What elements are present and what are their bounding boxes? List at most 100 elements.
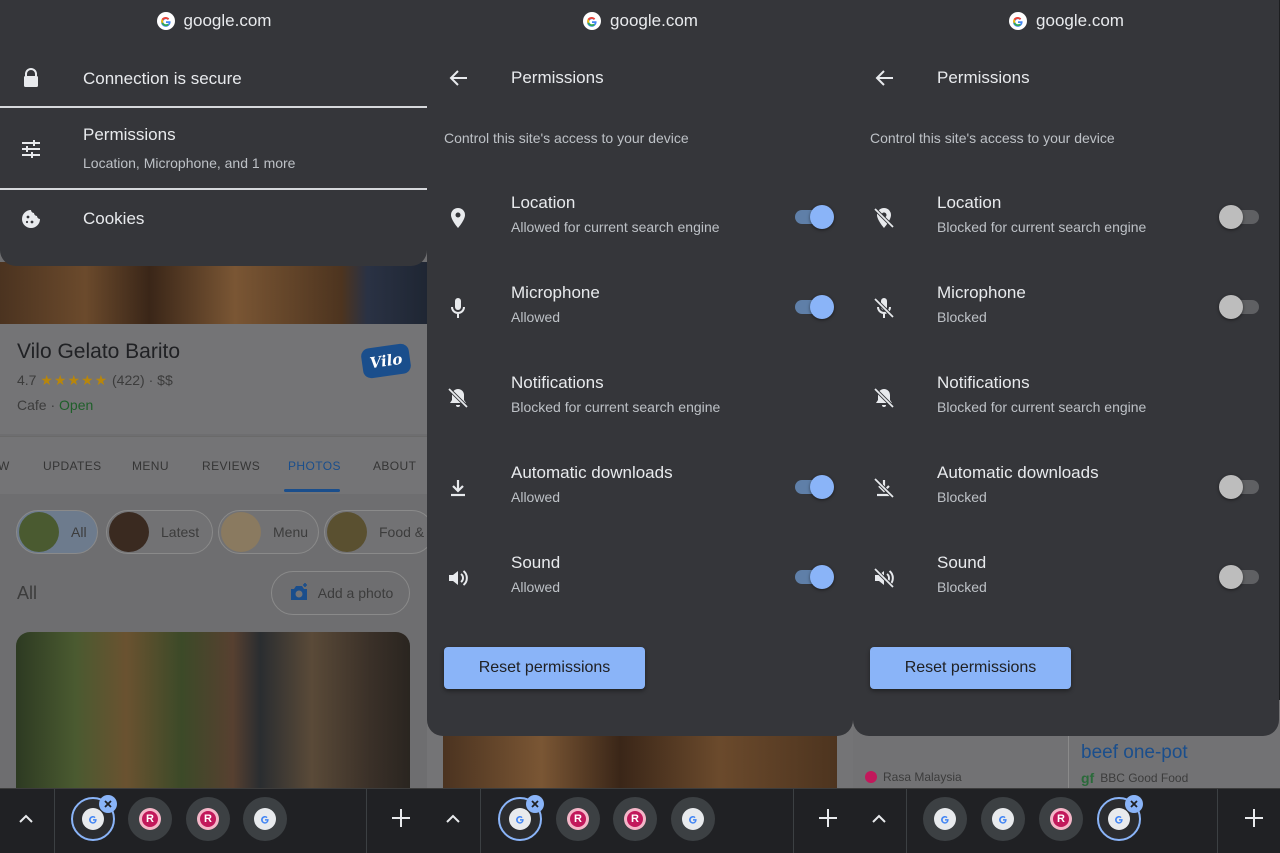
tab-r[interactable]: R [613, 797, 657, 841]
back-arrow-icon[interactable] [447, 66, 471, 90]
permission-status: Allowed [511, 489, 561, 505]
new-tab-icon[interactable] [388, 805, 414, 831]
permission-row-microphone[interactable]: Microphone Allowed [427, 283, 853, 343]
tab-about[interactable]: ABOUT [373, 459, 416, 473]
add-photo-button[interactable]: Add a photo [271, 571, 410, 615]
close-tab-icon[interactable] [1125, 795, 1143, 813]
permission-row-location[interactable]: Location Blocked for current search engi… [853, 193, 1279, 253]
tab-google-selected[interactable] [498, 795, 544, 841]
tab-r[interactable]: R [556, 797, 600, 841]
permission-name: Location [511, 193, 576, 212]
r-letter: R [627, 811, 643, 827]
permission-row-sound[interactable]: Sound Blocked [853, 553, 1279, 613]
new-tab-icon[interactable] [815, 805, 841, 831]
tab-google[interactable] [671, 797, 715, 841]
chevron-up-icon[interactable] [867, 807, 891, 831]
permission-row-sound[interactable]: Sound Allowed [427, 553, 853, 613]
permission-row-notifications[interactable]: Notifications Blocked for current search… [853, 373, 1279, 433]
reset-permissions-button[interactable]: Reset permissions [870, 647, 1071, 689]
back-arrow-icon[interactable] [873, 66, 897, 90]
source-name: BBC Good Food [1100, 771, 1189, 785]
permissions-description: Control this site's access to your devic… [870, 130, 1115, 146]
microphone-toggle[interactable] [1219, 294, 1261, 320]
permission-status: Blocked for current search engine [937, 219, 1147, 235]
google-g-icon [254, 808, 276, 830]
review-count: (422) [112, 372, 145, 388]
sound-off-icon [871, 565, 897, 591]
permission-row-downloads[interactable]: Automatic downloads Allowed [427, 463, 853, 523]
tab-google[interactable] [981, 797, 1025, 841]
tab-photos[interactable]: PHOTOS [288, 459, 341, 473]
chevron-up-icon[interactable] [441, 807, 465, 831]
chip-all[interactable]: All [16, 510, 98, 554]
google-g-icon [934, 808, 956, 830]
tab-menu[interactable]: MENU [132, 459, 169, 473]
connection-label: Connection is secure [83, 69, 242, 88]
close-tab-icon[interactable] [99, 795, 117, 813]
lock-icon [20, 67, 42, 89]
tab-r[interactable]: R [1039, 797, 1083, 841]
permissions-sheet: google.com Permissions Control this site… [853, 0, 1279, 736]
separator [54, 789, 55, 853]
permission-name: Sound [511, 553, 561, 572]
cookies-label: Cookies [83, 209, 145, 228]
permission-row-location[interactable]: Location Allowed for current search engi… [427, 193, 853, 253]
panel-permissions-allowed: google.com Permissions Control this site… [427, 0, 853, 853]
location-off-icon [871, 205, 897, 231]
tab-updates[interactable]: UPDATES [43, 459, 102, 473]
permission-name: Microphone [937, 283, 1026, 302]
permissions-row[interactable]: Permissions Location, Microphone, and 1 … [0, 108, 427, 188]
permissions-label: Permissions [83, 125, 176, 144]
tab-google-selected[interactable] [1097, 795, 1143, 841]
site-url: google.com [183, 11, 272, 30]
permission-row-notifications[interactable]: Notifications Blocked for current search… [427, 373, 853, 433]
separator [906, 789, 907, 853]
tab-reviews[interactable]: REVIEWS [202, 459, 260, 473]
chip-menu[interactable]: Menu [218, 510, 319, 554]
tab-google[interactable] [923, 797, 967, 841]
bbc-good-food-logo: gf [1081, 770, 1095, 786]
reset-permissions-button[interactable]: Reset permissions [444, 647, 645, 689]
toggle-knob [810, 475, 834, 499]
chip-food[interactable]: Food & [324, 510, 427, 554]
place-photo-strip [0, 262, 427, 324]
r-app-icon: R [139, 808, 161, 830]
r-letter: R [142, 811, 158, 827]
tab-r[interactable]: R [128, 797, 172, 841]
sound-toggle[interactable] [795, 564, 835, 590]
permission-row-downloads[interactable]: Automatic downloads Blocked [853, 463, 1279, 523]
add-photo-label: Add a photo [317, 585, 394, 601]
permission-row-microphone[interactable]: Microphone Blocked [853, 283, 1279, 343]
photos-section-label: All [17, 583, 38, 603]
place-category: Cafe · Open [17, 397, 94, 413]
microphone-toggle[interactable] [795, 294, 835, 320]
chevron-up-icon[interactable] [14, 807, 38, 831]
r-app-icon: R [567, 808, 589, 830]
recipe-headline[interactable]: beef one-pot [1081, 742, 1188, 764]
download-icon [445, 475, 471, 501]
new-tab-icon[interactable] [1241, 805, 1267, 831]
google-g-icon [156, 11, 176, 31]
tab-overview[interactable]: W [0, 459, 10, 473]
tab-r[interactable]: R [186, 797, 230, 841]
chip-thumbnail [19, 512, 59, 552]
location-toggle[interactable] [1219, 204, 1261, 230]
tab-google-selected[interactable] [71, 795, 117, 841]
sound-toggle[interactable] [1219, 564, 1261, 590]
separator [1217, 789, 1218, 853]
tab-strip: R R [0, 788, 427, 853]
permissions-summary: Location, Microphone, and 1 more [83, 155, 296, 171]
cookies-row[interactable]: Cookies [0, 190, 427, 250]
permission-status: Allowed [511, 309, 561, 325]
tab-google[interactable] [243, 797, 287, 841]
toggle-knob [810, 205, 834, 229]
chip-latest[interactable]: Latest [106, 510, 213, 554]
downloads-toggle[interactable] [795, 474, 835, 500]
close-tab-icon[interactable] [526, 795, 544, 813]
separator [366, 789, 367, 853]
recipe-source: gf BBC Good Food [1081, 770, 1188, 786]
connection-row[interactable]: Connection is secure [0, 55, 427, 105]
location-toggle[interactable] [795, 204, 835, 230]
downloads-toggle[interactable] [1219, 474, 1261, 500]
microphone-icon [445, 295, 471, 321]
